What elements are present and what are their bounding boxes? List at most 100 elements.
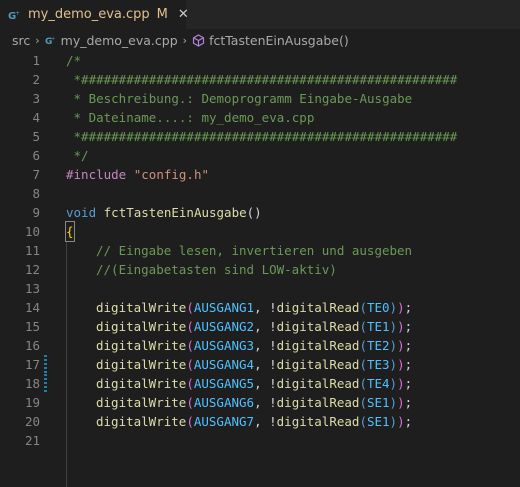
open-brace: { [65,221,75,242]
code-text: digitalWrite(AUSGANG1, !digitalRead(TE0)… [96,298,412,317]
code-line: 14 digitalWrite(AUSGANG1, !digitalRead(TE… [0,298,520,317]
code-line: 3 * Beschreibung.: Demoprogramm Eingabe-… [0,89,520,108]
include-file: "config.h" [133,167,210,182]
paren: ( [359,338,367,353]
paren: ) [397,338,405,353]
write-call: digitalWrite [96,414,187,429]
paren: ( [186,376,194,391]
code-text: // Eingabe lesen, invertieren und ausgeb… [96,243,413,258]
line-number: 9 [32,205,40,220]
close-icon[interactable]: ✕ [178,7,189,22]
code-text: * Beschreibung.: Demoprogramm Eingabe-Au… [66,91,413,106]
code-line: 4 * Dateiname....: my_demo_eva.cpp [0,108,520,127]
breadcrumb: src › G + my_demo_eva.cpp › fctTastenEinA… [0,29,520,51]
paren: ) [397,357,405,372]
code-line: 6 */ [0,146,520,165]
code-line: 10 { [0,221,520,242]
breadcrumb-folder[interactable]: src [12,33,30,48]
paren: ) [389,376,398,391]
paren: ) [397,319,405,334]
input-pin: TE0 [366,300,390,315]
paren: ( [359,357,367,372]
code-line: 20 digitalWrite(AUSGANG7, !digitalRead(SE… [0,412,520,431]
code-text: *#######################################… [66,72,458,87]
code-line: 7 #include "config.h" [0,165,520,184]
output-pin: AUSGANG6 [193,395,255,410]
semicolon: ; [404,300,413,315]
write-call: digitalWrite [96,300,187,315]
paren: ( [186,414,194,429]
code-text: */ [66,148,89,163]
semicolon: ; [404,357,413,372]
function-name: fctTastenEinAusgabe [103,205,247,220]
line-number: 10 [24,224,40,239]
code-text: void fctTastenEinAusgabe() [66,203,262,222]
output-pin: AUSGANG7 [193,414,255,429]
code-text: * Dateiname....: my_demo_eva.cpp [66,110,315,125]
chevron-right-icon: › [35,33,40,47]
code-text: digitalWrite(AUSGANG6, !digitalRead(SE1)… [96,393,412,412]
code-text: digitalWrite(AUSGANG3, !digitalRead(TE2)… [96,336,412,355]
read-call: digitalRead [276,319,360,334]
semicolon: ; [404,376,413,391]
input-pin: SE1 [366,414,390,429]
paren: ( [186,319,194,334]
line-number: 19 [24,395,40,410]
code-text: //(Eingabetasten sind LOW-aktiv) [96,262,337,277]
line-number: 7 [32,167,40,182]
paren: ) [397,376,405,391]
code-line: 16 digitalWrite(AUSGANG3, !digitalRead(TE… [0,336,520,355]
line-number: 18 [24,376,40,391]
paren: ) [389,338,398,353]
comma: , ! [254,414,277,429]
breadcrumb-file[interactable]: my_demo_eva.cpp [61,33,178,48]
read-call: digitalRead [276,300,360,315]
editor-tab[interactable]: G + my_demo_eva.cpp M ✕ [0,0,189,29]
code-text: digitalWrite(AUSGANG4, !digitalRead(TE3)… [96,355,412,374]
semicolon: ; [404,338,413,353]
read-call: digitalRead [276,357,360,372]
output-pin: AUSGANG1 [193,300,255,315]
code-text: digitalWrite(AUSGANG2, !digitalRead(TE1)… [96,317,412,336]
code-line: 5 *#####################################… [0,127,520,146]
write-call: digitalWrite [96,319,187,334]
method-symbol-icon [192,33,205,47]
comma: , ! [254,300,277,315]
output-pin: AUSGANG4 [193,357,255,372]
paren: ) [397,395,405,410]
line-number: 11 [24,243,40,258]
input-pin: SE1 [366,395,390,410]
line-number: 1 [32,53,40,68]
code-text: /* [66,53,82,68]
line-number: 3 [32,91,40,106]
input-pin: TE2 [366,338,390,353]
line-number: 16 [24,338,40,353]
code-line: 15 digitalWrite(AUSGANG2, !digitalRead(TE… [0,317,520,336]
breadcrumb-symbol[interactable]: fctTastenEinAusgabe() [209,33,349,48]
paren: ) [389,357,398,372]
line-number: 17 [24,357,40,372]
keyword: void [66,205,97,220]
output-pin: AUSGANG3 [193,338,255,353]
tab-filename: my_demo_eva.cpp [28,7,150,22]
line-number: 8 [32,186,40,201]
line-number: 14 [24,300,40,315]
write-call: digitalWrite [96,376,187,391]
paren: ) [397,414,405,429]
semicolon: ; [404,395,413,410]
comma: , ! [254,395,277,410]
code-line: 11 // Eingabe lesen, invertieren und aus… [0,241,520,260]
paren: ( [186,300,194,315]
paren: ( [359,319,367,334]
code-line: 21 [0,431,520,450]
modified-line-marker [44,355,47,374]
code-line: 12 //(Eingabetasten sind LOW-aktiv) [0,260,520,279]
modified-badge: M [156,7,168,22]
chevron-right-icon: › [182,33,188,47]
paren: ( [186,338,194,353]
code-line: 2 *#####################################… [0,70,520,89]
code-editor[interactable]: 1 /* 2 *################################… [0,51,520,487]
paren: ( [359,376,367,391]
semicolon: ; [404,319,413,334]
paren: ) [389,414,398,429]
